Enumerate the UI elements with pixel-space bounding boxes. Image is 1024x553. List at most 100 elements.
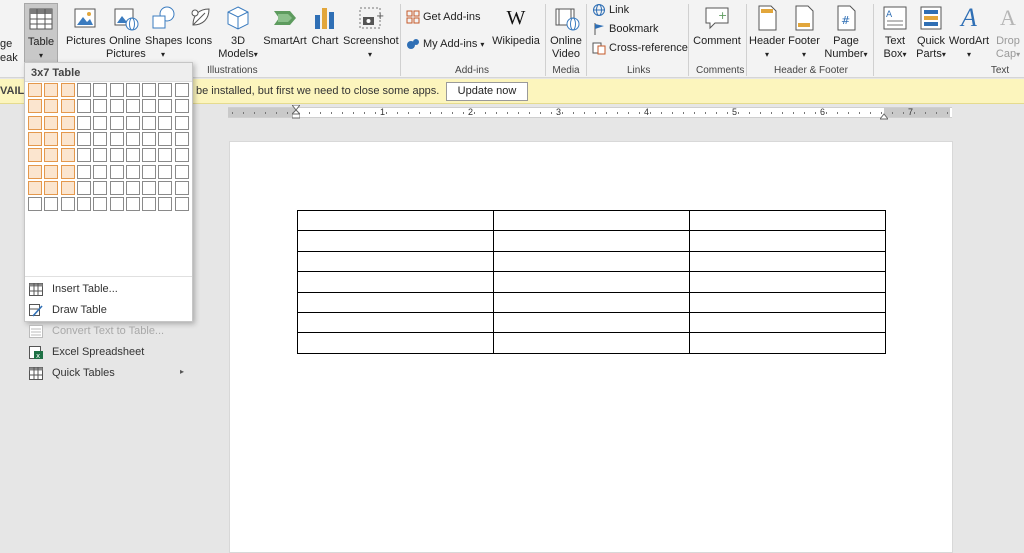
table-grid-cell[interactable] [28,180,42,195]
table-grid-cell[interactable] [158,131,173,146]
table-grid-cell[interactable] [142,115,157,130]
table-grid-cell[interactable] [28,115,42,130]
table-cell[interactable] [689,332,886,354]
table-cell[interactable] [297,332,494,354]
table-grid-cell[interactable] [158,164,173,179]
online-video-button[interactable]: Online Video [549,3,583,61]
table-cell[interactable] [689,311,886,334]
table-grid-cell[interactable] [76,148,91,163]
table-cell[interactable] [493,291,690,313]
table-cell[interactable] [297,209,494,232]
table-grid-cell[interactable] [109,99,124,114]
menu-item-draw-table[interactable]: Draw Table [25,300,192,321]
table-grid-cell[interactable] [44,131,59,146]
table-grid-cell[interactable] [109,164,124,179]
table-grid-cell[interactable] [44,164,59,179]
table-cell[interactable] [689,209,886,232]
table-grid-cell[interactable] [174,83,189,97]
table-grid-cell[interactable] [174,180,189,195]
table-grid-cell[interactable] [28,83,42,97]
online-pictures-button[interactable]: Online Pictures [106,3,146,61]
table-grid-cell[interactable] [142,83,157,97]
table-grid-cell[interactable] [158,99,173,114]
table-grid-cell[interactable] [142,197,157,212]
table-grid-cell[interactable] [44,197,59,212]
cross-reference-button[interactable]: Cross-reference [592,41,688,55]
table-grid-cell[interactable] [174,197,189,212]
table-button[interactable]: Table ▾ [24,3,58,63]
menu-item-insert-table[interactable]: Insert Table... [25,279,192,300]
header-button[interactable]: Header ▾ [749,3,785,61]
quick-parts-button[interactable]: Quick Parts▾ [914,3,948,61]
table-grid-cell[interactable] [109,180,124,195]
table-cell[interactable] [689,230,886,252]
table-grid-cell[interactable] [158,83,173,97]
pictures-button[interactable]: Pictures [66,3,106,48]
get-addins-button[interactable]: Get Add-ins [406,10,480,24]
table-cell[interactable] [297,311,494,334]
menu-item-quick-tables[interactable]: Quick Tables ▸ [25,363,192,384]
table-grid-cell[interactable] [174,115,189,130]
table-grid-cell[interactable] [109,197,124,212]
table-grid-cell[interactable] [109,148,124,163]
table-grid-cell[interactable] [158,148,173,163]
table-grid-cell[interactable] [93,164,108,179]
table-grid-cell[interactable] [158,197,173,212]
table-cell[interactable] [689,271,886,293]
table-cell[interactable] [297,291,494,313]
table-grid-cell[interactable] [93,99,108,114]
table-grid-cell[interactable] [44,148,59,163]
table-grid-cell[interactable] [93,148,108,163]
table-grid-cell[interactable] [93,197,108,212]
table-grid-cell[interactable] [44,83,59,97]
bookmark-button[interactable]: Bookmark [592,22,659,36]
wikipedia-button[interactable]: W Wikipedia [492,3,540,48]
table-grid-cell[interactable] [76,83,91,97]
horizontal-ruler[interactable]: 1 2 3 4 5 6 7 [228,104,952,120]
table-cell[interactable] [297,271,494,293]
table-grid-cell[interactable] [28,197,42,212]
wordart-button[interactable]: A WordArt ▾ [948,3,990,61]
table-grid-cell[interactable] [76,164,91,179]
table-grid-cell[interactable] [93,115,108,130]
table-cell[interactable] [493,250,690,273]
table-grid-cell[interactable] [125,148,140,163]
table-cell[interactable] [689,291,886,313]
update-now-button[interactable]: Update now [446,82,528,101]
table-grid-cell[interactable] [142,148,157,163]
table-grid-cell[interactable] [76,99,91,114]
text-box-button[interactable]: A Text Box▾ [878,3,912,61]
table-cell[interactable] [689,250,886,273]
page-number-button[interactable]: # Page Number▾ [822,3,870,61]
footer-button[interactable]: Footer ▾ [787,3,821,61]
table-cell[interactable] [493,230,690,252]
menu-item-excel[interactable]: x Excel Spreadsheet [25,342,192,363]
table-grid-cell[interactable] [125,99,140,114]
table-grid-cell[interactable] [125,83,140,97]
3d-models-button[interactable]: 3D Models▾ [216,3,260,61]
table-grid-cell[interactable] [60,99,75,114]
table-grid-cell[interactable] [93,131,108,146]
table-grid-cell[interactable] [142,180,157,195]
table-grid-cell[interactable] [142,131,157,146]
table-grid-cell[interactable] [174,164,189,179]
table-grid-cell[interactable] [60,115,75,130]
table-cell[interactable] [493,332,690,354]
comment-button[interactable]: + Comment [692,3,742,48]
table-grid-cell[interactable] [125,131,140,146]
table-grid-cell[interactable] [44,180,59,195]
table-grid-cell[interactable] [76,197,91,212]
table-grid-cell[interactable] [174,99,189,114]
screenshot-button[interactable]: + Screenshot ▾ [343,3,399,61]
table-cell[interactable] [297,250,494,273]
smartart-button[interactable]: SmartArt [262,3,308,48]
table-grid-cell[interactable] [125,164,140,179]
table-grid-cell[interactable] [109,83,124,97]
table-grid-cell[interactable] [93,83,108,97]
table-grid-cell[interactable] [174,148,189,163]
table-cell[interactable] [297,230,494,252]
table-grid-cell[interactable] [60,197,75,212]
table-grid-cell[interactable] [60,180,75,195]
table-grid-cell[interactable] [125,197,140,212]
table-grid-cell[interactable] [28,99,42,114]
